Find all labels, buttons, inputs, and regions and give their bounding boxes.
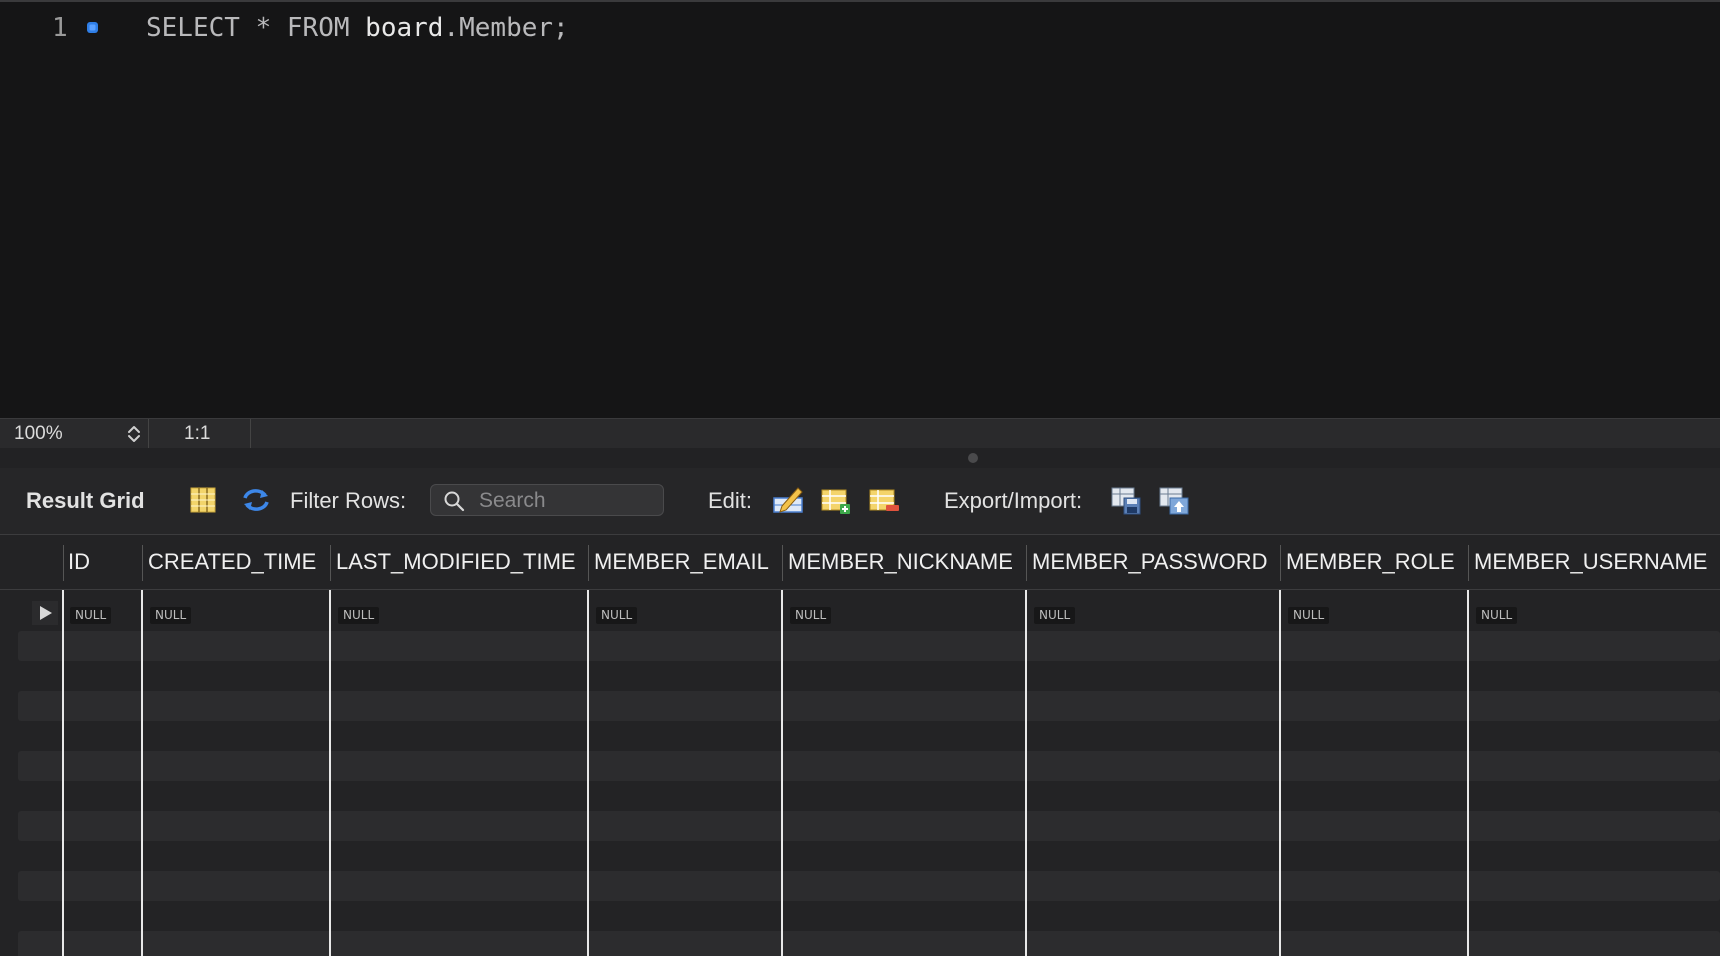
column-separator bbox=[588, 545, 589, 581]
column-header-member-password[interactable]: MEMBER_PASSWORD bbox=[1032, 549, 1268, 575]
column-header-member-nickname[interactable]: MEMBER_NICKNAME bbox=[788, 549, 1013, 575]
column-header-member-username[interactable]: MEMBER_USERNAME bbox=[1474, 549, 1707, 575]
column-separator bbox=[1280, 545, 1281, 581]
empty-row-stripe bbox=[18, 751, 1720, 781]
empty-row-stripe bbox=[18, 631, 1720, 661]
splitter-handle[interactable] bbox=[968, 453, 978, 463]
status-divider bbox=[148, 419, 149, 449]
sql-schema: board bbox=[365, 13, 444, 43]
column-gridline bbox=[62, 590, 64, 956]
empty-row-stripe bbox=[18, 871, 1720, 901]
edit-row-icon[interactable] bbox=[772, 484, 804, 516]
empty-row-stripe bbox=[18, 691, 1720, 721]
column-separator bbox=[330, 545, 331, 581]
sql-keyword-from: FROM bbox=[286, 13, 350, 43]
column-gridline bbox=[781, 590, 783, 956]
result-grid[interactable]: ID CREATED_TIME LAST_MODIFIED_TIME MEMBE… bbox=[0, 534, 1720, 956]
status-divider bbox=[250, 419, 251, 449]
empty-row-stripe bbox=[18, 931, 1720, 956]
filter-search-input[interactable] bbox=[477, 487, 661, 515]
sql-star: * bbox=[255, 13, 272, 43]
sql-dot: . bbox=[443, 13, 460, 43]
column-separator bbox=[63, 545, 64, 581]
null-cell[interactable]: NULL bbox=[596, 607, 638, 624]
grid-layout-icon[interactable] bbox=[188, 484, 220, 516]
search-icon bbox=[444, 491, 465, 512]
current-row-arrow-icon[interactable] bbox=[32, 601, 58, 625]
column-gridline bbox=[1467, 590, 1469, 956]
column-header-id[interactable]: ID bbox=[68, 549, 90, 575]
column-separator bbox=[142, 545, 143, 581]
null-cell[interactable]: NULL bbox=[790, 607, 832, 624]
export-import-label: Export/Import: bbox=[944, 488, 1083, 513]
column-header-member-role[interactable]: MEMBER_ROLE bbox=[1286, 549, 1455, 575]
line-number: 1 bbox=[52, 13, 68, 43]
zoom-stepper-icon[interactable] bbox=[124, 422, 144, 446]
column-header-member-email[interactable]: MEMBER_EMAIL bbox=[594, 549, 769, 575]
panel-splitter[interactable] bbox=[0, 448, 1720, 468]
column-header-last-modified-time[interactable]: LAST_MODIFIED_TIME bbox=[336, 549, 576, 575]
column-separator bbox=[1468, 545, 1469, 581]
statement-marker-icon[interactable] bbox=[86, 21, 99, 34]
filter-rows-label: Filter Rows: bbox=[290, 488, 407, 513]
column-gridline bbox=[329, 590, 331, 956]
column-header-created-time[interactable]: CREATED_TIME bbox=[148, 549, 316, 575]
delete-row-icon[interactable] bbox=[868, 484, 900, 516]
result-grid-tab[interactable]: Result Grid bbox=[26, 488, 145, 514]
sql-statement: SELECT * FROM board.Member; bbox=[146, 11, 569, 45]
zoom-level[interactable]: 100% bbox=[14, 423, 63, 445]
export-icon[interactable] bbox=[1110, 484, 1142, 516]
cursor-position: 1:1 bbox=[184, 423, 211, 444]
column-separator bbox=[782, 545, 783, 581]
empty-row-stripe bbox=[18, 811, 1720, 841]
null-cell[interactable]: NULL bbox=[1288, 607, 1330, 624]
edit-label: Edit: bbox=[708, 488, 753, 513]
add-row-icon[interactable] bbox=[820, 484, 852, 516]
editor-status-bar: 100% 1:1 bbox=[0, 418, 1720, 449]
import-icon[interactable] bbox=[1158, 484, 1190, 516]
code-line[interactable]: 1 SELECT * FROM board.Member; bbox=[0, 11, 1720, 45]
grid-header: ID CREATED_TIME LAST_MODIFIED_TIME MEMBE… bbox=[0, 535, 1720, 590]
sql-keyword-select: SELECT bbox=[146, 13, 240, 43]
null-cell[interactable]: NULL bbox=[338, 607, 380, 624]
result-toolbar: Result Grid Filter Rows: Edit: bbox=[0, 468, 1720, 534]
refresh-icon[interactable] bbox=[240, 484, 272, 516]
filter-search-box[interactable] bbox=[430, 484, 664, 516]
null-cell[interactable]: NULL bbox=[1476, 607, 1518, 624]
sql-semicolon: ; bbox=[553, 13, 569, 43]
null-cell[interactable]: NULL bbox=[70, 607, 112, 624]
null-cell[interactable]: NULL bbox=[1034, 607, 1076, 624]
column-gridline bbox=[141, 590, 143, 956]
sql-editor[interactable]: 1 SELECT * FROM board.Member; bbox=[0, 0, 1720, 418]
sql-table: Member bbox=[459, 13, 554, 43]
column-gridline bbox=[1279, 590, 1281, 956]
column-separator bbox=[1026, 545, 1027, 581]
null-cell[interactable]: NULL bbox=[150, 607, 192, 624]
column-gridline bbox=[1025, 590, 1027, 956]
column-gridline bbox=[587, 590, 589, 956]
